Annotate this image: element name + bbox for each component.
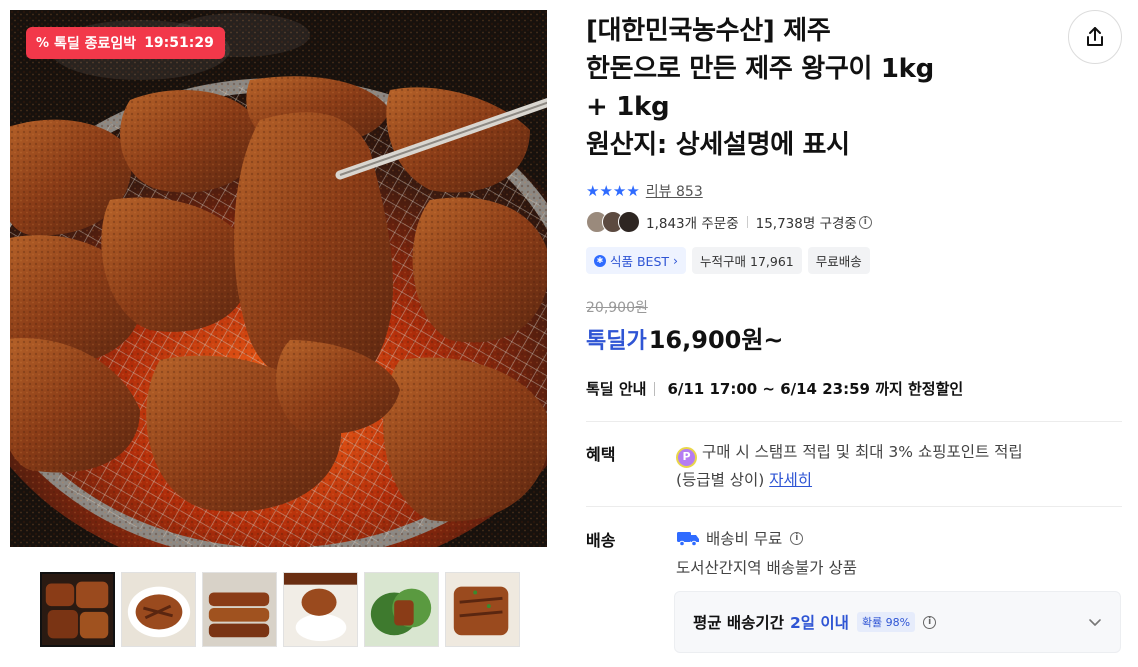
- benefit-label: 혜택: [586, 445, 616, 464]
- divider: [586, 421, 1122, 422]
- shipping-fee-row: 배송비 무료 i: [676, 527, 804, 549]
- info-icon[interactable]: i: [790, 531, 804, 545]
- deal-badge: % 톡딜 종료임박 19:51:29: [26, 27, 225, 59]
- tag-row: ✱ 식품 BEST › 누적구매 17,961 무료배송: [586, 247, 870, 274]
- chevron-right-icon: ›: [673, 253, 679, 268]
- thumbnail-5[interactable]: [364, 572, 439, 647]
- title-line-4: 원산지: 상세설명에 표시: [586, 130, 850, 160]
- review-link[interactable]: 리뷰 853: [646, 181, 703, 201]
- rating-row: ★★★★ 리뷰 853: [586, 181, 703, 201]
- deal-timer: 19:51:29: [144, 35, 214, 51]
- thumbnail-4[interactable]: [283, 572, 358, 647]
- divider: [654, 381, 656, 396]
- thumbnail-3[interactable]: [202, 572, 277, 647]
- best-tag-label: 식품 BEST: [610, 254, 670, 269]
- title-line-1: [대한민국농수산] 제주: [586, 16, 831, 46]
- sale-price: 16,900원~: [648, 326, 784, 354]
- product-main-image[interactable]: % 톡딜 종료임박 19:51:29: [10, 10, 547, 547]
- benefit-text: P 구매 시 스탬프 적립 및 최대 3% 쇼핑포인트 적립 (등급별 상이) 자…: [676, 440, 1116, 492]
- sale-price-row: 톡딜가 16,900원~: [586, 320, 784, 355]
- thumbnail-1[interactable]: [40, 572, 115, 647]
- avatar: [618, 211, 640, 233]
- order-count: 1,843개 주문중: [646, 216, 739, 232]
- chevron-down-icon: [1089, 619, 1101, 626]
- truck-icon: [677, 532, 699, 547]
- shipping-label: 배송: [586, 531, 616, 550]
- delivery-probability-badge: 확률 98%: [856, 612, 916, 632]
- shipping-fee: 배송비 무료: [706, 530, 783, 548]
- thumbnail-strip: [40, 572, 520, 647]
- original-price: 20,900원: [586, 300, 648, 316]
- thumbnail-2[interactable]: [121, 572, 196, 647]
- divider: [746, 216, 748, 228]
- deal-badge-label: 톡딜 종료임박: [54, 36, 137, 52]
- shipping-note: 도서산간지역 배송불가 상품: [676, 559, 857, 577]
- star-rating: ★★★★: [586, 182, 640, 200]
- deal-period: 6/11 17:00 ~ 6/14 23:59 까지 한정할인: [667, 380, 964, 398]
- deal-info-label: 톡딜 안내: [586, 380, 647, 398]
- grilled-meat-photo: [10, 10, 547, 547]
- buyer-avatars: [586, 211, 640, 233]
- social-proof-row: 1,843개 주문중 15,738명 구경중 i: [586, 211, 872, 233]
- cumulative-tag: 누적구매 17,961: [692, 247, 802, 274]
- point-icon: P: [676, 446, 697, 468]
- benefit-line-2: (등급별 상이): [676, 470, 765, 489]
- thumbnail-6[interactable]: [445, 572, 520, 647]
- product-title: [대한민국농수산] 제주 한돈으로 만든 제주 왕구이 1kg + 1kg 원산…: [586, 12, 1056, 164]
- benefit-detail-link[interactable]: 자세히: [769, 471, 812, 489]
- share-icon: [1087, 27, 1103, 46]
- percent-icon: %: [36, 35, 50, 51]
- best-tag[interactable]: ✱ 식품 BEST ›: [586, 247, 687, 274]
- divider: [586, 506, 1122, 507]
- viewer-count: 15,738명 구경중: [755, 216, 857, 232]
- benefit-line-1: 구매 시 스탬프 적립 및 최대 3% 쇼핑포인트 적립: [702, 443, 1023, 461]
- free-shipping-tag: 무료배송: [807, 247, 870, 274]
- gear-icon: ✱: [594, 254, 606, 267]
- deal-info-row: 톡딜 안내 6/11 17:00 ~ 6/14 23:59 까지 한정할인: [586, 378, 963, 399]
- info-icon[interactable]: i: [923, 615, 937, 629]
- delivery-period-label: 평균 배송기간: [693, 614, 784, 632]
- title-line-2: 한돈으로 만든 제주 왕구이 1kg: [586, 54, 934, 84]
- delivery-period-value: 2일 이내: [789, 614, 849, 632]
- title-line-3: + 1kg: [586, 92, 670, 122]
- sale-label: 톡딜가: [586, 329, 647, 354]
- info-icon[interactable]: i: [858, 215, 872, 229]
- share-button[interactable]: [1068, 10, 1122, 64]
- delivery-period-box[interactable]: 평균 배송기간 2일 이내 확률 98% i: [674, 591, 1121, 653]
